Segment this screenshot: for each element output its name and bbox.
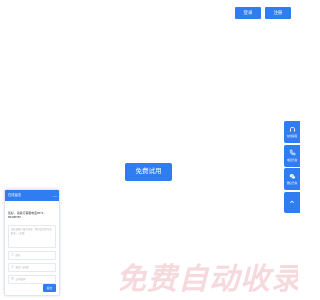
user-icon <box>11 252 14 259</box>
wechat-icon <box>289 173 296 180</box>
free-trial-button[interactable]: 免费试用 <box>125 163 172 181</box>
company-icon <box>11 276 14 283</box>
chat-greeting: 您好，请拨打客服电话0571-86398780 <box>8 211 45 219</box>
submit-button[interactable]: 提交 <box>43 284 56 292</box>
chevron-up-icon <box>289 199 295 205</box>
phone-field[interactable]: 电话（必填） <box>8 263 56 272</box>
company-placeholder: 公司名称 <box>15 278 26 281</box>
minimize-icon[interactable]: — <box>53 190 57 201</box>
wechat-consult-button[interactable]: 微信咨询 <box>284 168 300 190</box>
online-service-button[interactable]: 在线客服 <box>284 121 300 143</box>
name-field[interactable]: 姓名 <box>8 251 56 260</box>
phone-icon <box>289 149 296 156</box>
watermark-text: 免费自动收录 <box>120 262 298 297</box>
chat-header: 在线留言 — <box>5 190 59 201</box>
wechat-consult-label: 微信咨询 <box>286 182 298 186</box>
register-button[interactable]: 注册 <box>265 7 291 19</box>
headset-icon <box>289 126 296 133</box>
phone-placeholder: 电话（必填） <box>15 266 31 269</box>
company-field[interactable]: 公司名称 <box>8 275 56 284</box>
back-to-top-button[interactable] <box>284 191 300 213</box>
phone-consult-label: 电话咨询 <box>286 158 298 162</box>
message-textarea[interactable]: 请在此输入留言内容，我们会尽快与您联系。（必填） <box>8 225 56 248</box>
name-placeholder: 姓名 <box>15 254 21 257</box>
chat-title: 在线留言 <box>8 193 22 197</box>
login-button[interactable]: 登录 <box>235 7 261 19</box>
phone-field-icon <box>11 264 14 271</box>
floating-contact-bar: 在线客服 电话咨询 微信咨询 <box>284 121 300 214</box>
online-service-label: 在线客服 <box>286 135 298 139</box>
chat-widget: 在线留言 — 您好，请拨打客服电话0571-86398780 请在此输入留言内容… <box>4 189 60 296</box>
phone-consult-button[interactable]: 电话咨询 <box>284 144 300 167</box>
